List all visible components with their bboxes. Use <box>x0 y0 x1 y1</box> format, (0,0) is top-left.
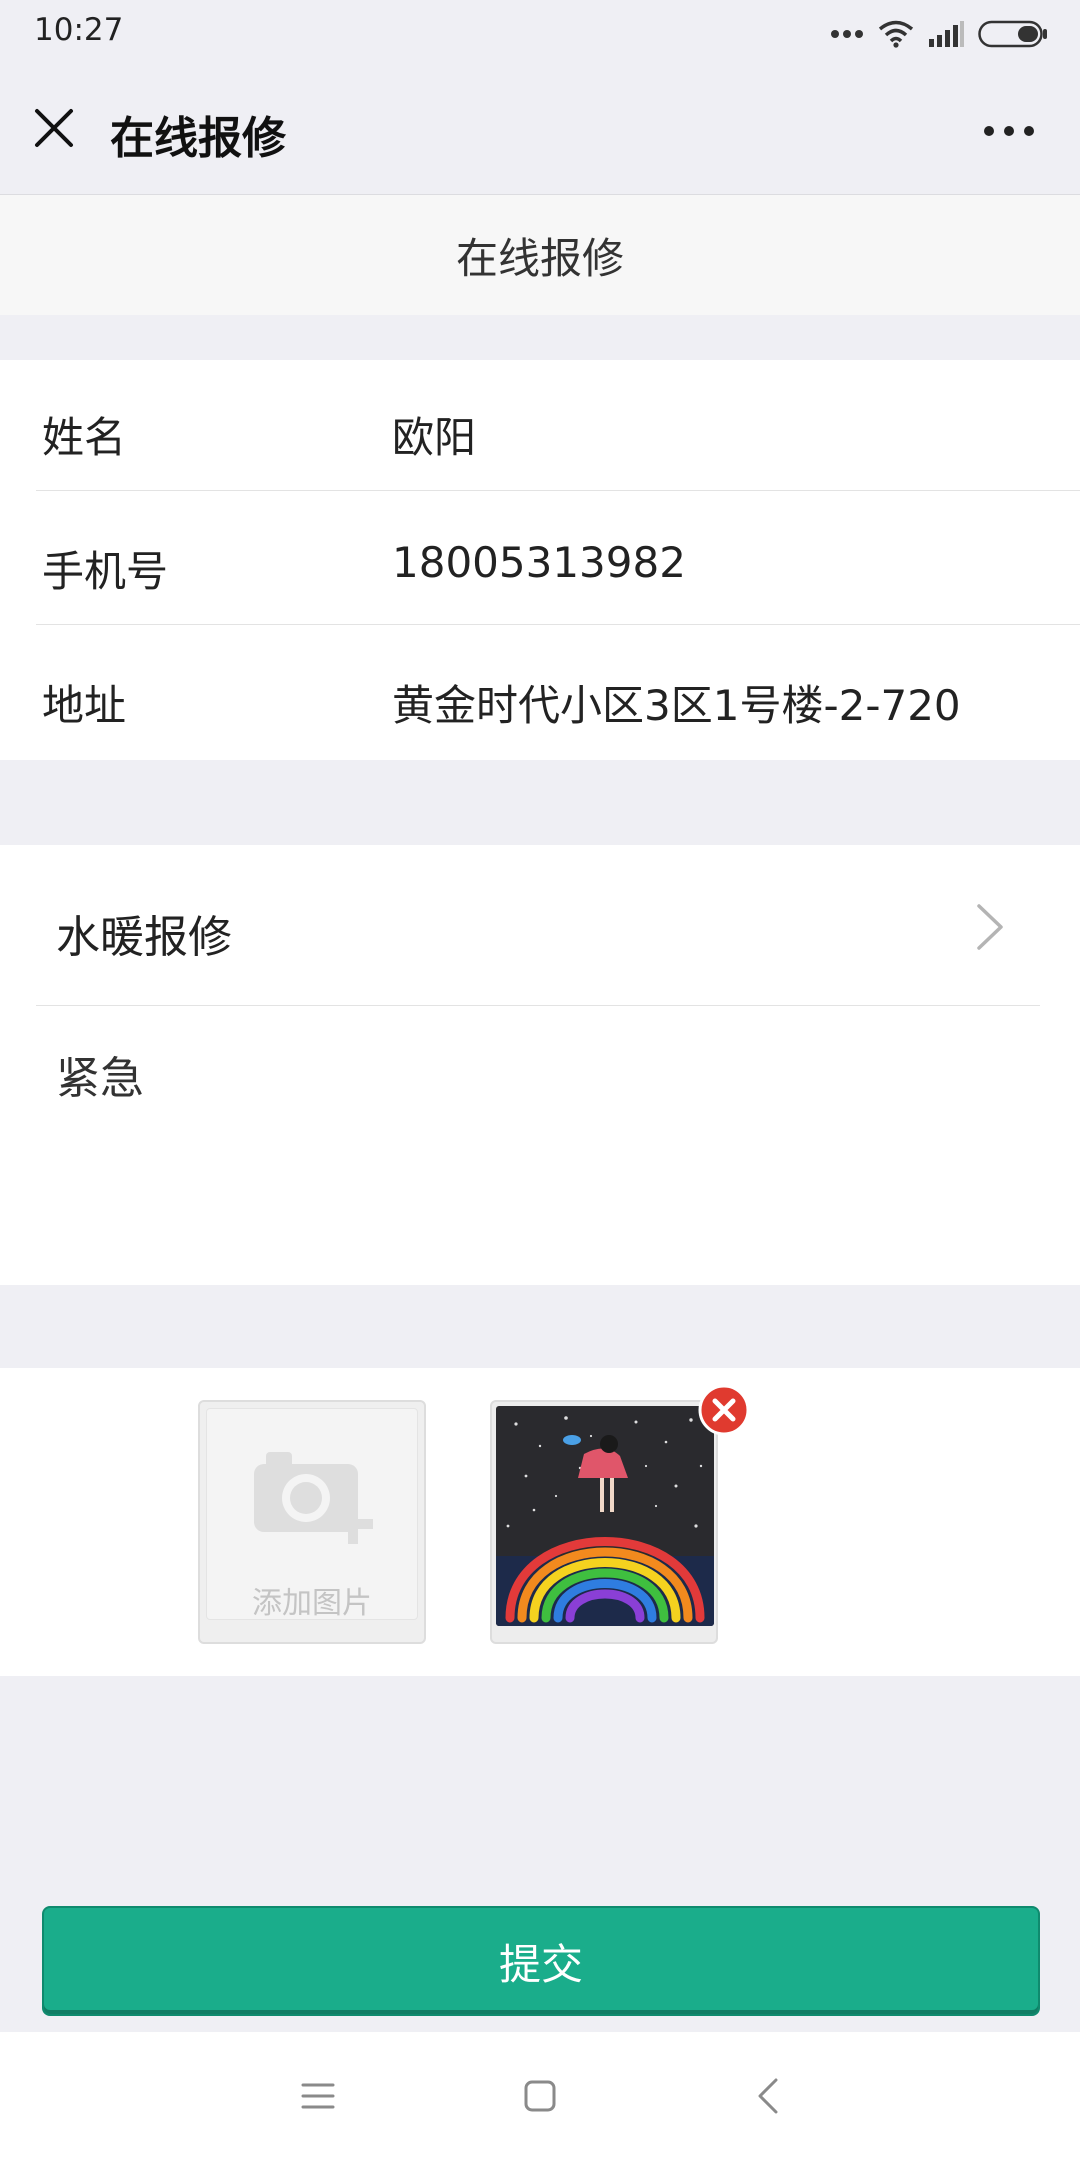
photo-upload-card: 添加图片 <box>0 1368 1080 1676</box>
submit-label: 提交 <box>498 1939 583 1989</box>
uploaded-photo-thumbnail[interactable] <box>490 1384 750 1644</box>
menu-icon <box>301 2083 335 2109</box>
page-header: 在线报修 <box>0 195 1080 315</box>
contact-info-form: 姓名 欧阳 手机号 18005313982 地址 黄金时代小区3区1号楼-2-7… <box>0 360 1080 760</box>
phone-row[interactable]: 手机号 18005313982 <box>0 494 1080 628</box>
battery-icon <box>978 20 1047 48</box>
page-title: 在线报修 <box>455 233 624 283</box>
top-bar: 在线报修 <box>0 66 1080 195</box>
wifi-icon <box>878 20 914 48</box>
address-row[interactable]: 地址 黄金时代小区3区1号楼-2-720 <box>0 628 1080 762</box>
chevron-right-icon <box>960 897 1020 957</box>
name-value[interactable]: 欧阳 <box>392 404 476 465</box>
nav-back-button[interactable] <box>738 2066 798 2126</box>
top-bar-title: 在线报修 <box>110 113 286 164</box>
repair-type-select[interactable]: 水暖报修 <box>0 845 1080 1005</box>
add-photo-button[interactable]: 添加图片 <box>198 1400 426 1644</box>
rainbow-girl-image <box>496 1406 714 1626</box>
address-label: 地址 <box>42 681 127 730</box>
name-row[interactable]: 姓名 欧阳 <box>0 360 1080 494</box>
row-divider <box>36 490 1080 491</box>
home-icon <box>524 2080 556 2112</box>
signal-dots-icon <box>831 30 863 38</box>
repair-details-card: 水暖报修 紧急 <box>0 845 1080 1285</box>
submit-button[interactable]: 提交 <box>44 1908 1038 2014</box>
phone-value[interactable]: 18005313982 <box>392 538 686 587</box>
row-divider <box>36 624 1080 625</box>
description-textarea[interactable]: 紧急 <box>36 1005 1040 1276</box>
close-button[interactable] <box>24 98 84 158</box>
nav-menu-button[interactable] <box>288 2066 348 2126</box>
status-icons <box>830 16 1048 52</box>
more-icon <box>984 126 1034 136</box>
back-icon <box>758 2078 778 2114</box>
nav-home-button[interactable] <box>510 2066 570 2126</box>
close-icon <box>35 109 73 147</box>
phone-label: 手机号 <box>42 547 169 596</box>
camera-add-icon <box>254 1452 373 1544</box>
status-time: 10:27 <box>34 12 124 48</box>
cell-signal-icon <box>929 21 964 47</box>
description-text: 紧急 <box>56 1053 144 1104</box>
remove-photo-icon[interactable] <box>698 1384 750 1436</box>
repair-type-value: 水暖报修 <box>56 912 232 963</box>
status-bar: 10:27 <box>0 0 1080 66</box>
name-label: 姓名 <box>42 413 127 462</box>
add-photo-label: 添加图片 <box>252 1586 372 1621</box>
more-button[interactable] <box>974 106 1044 156</box>
address-value[interactable]: 黄金时代小区3区1号楼-2-720 <box>392 672 961 733</box>
system-nav-bar <box>0 2032 1080 2160</box>
